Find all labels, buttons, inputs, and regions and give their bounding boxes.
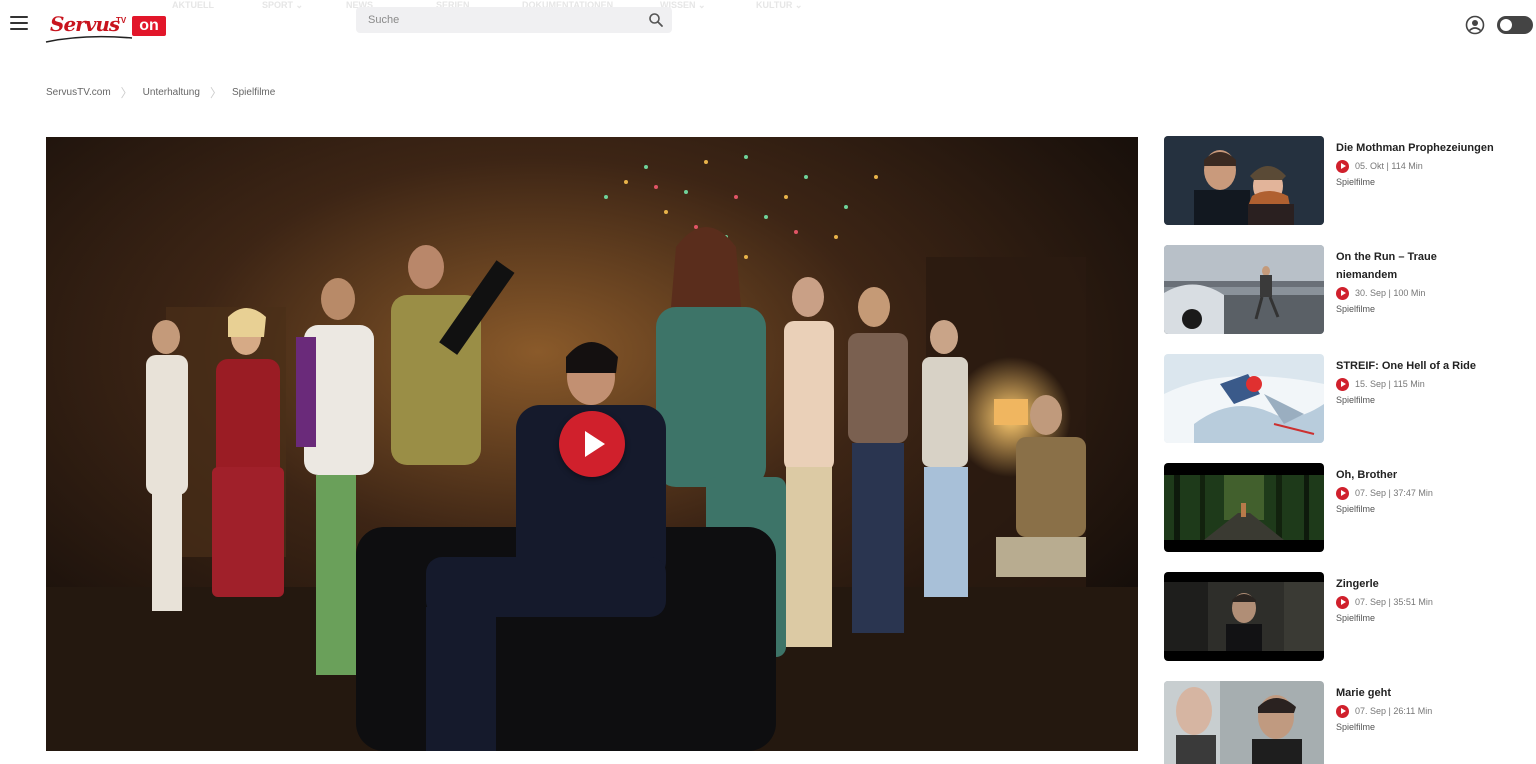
video-thumbnail[interactable] — [1164, 572, 1324, 661]
video-thumbnail[interactable] — [1164, 681, 1324, 764]
video-genre: Spielfilme — [1336, 304, 1376, 314]
servustv-on-logo[interactable]: Servus TV on — [44, 6, 168, 46]
list-item[interactable]: Die Mothman Prophezeiungen 05. Okt | 114… — [1164, 136, 1504, 226]
thumbnail-image — [1164, 354, 1324, 443]
video-genre: Spielfilme — [1336, 613, 1376, 623]
thumbnail-image — [1164, 136, 1324, 225]
thumbnail-image — [1164, 245, 1324, 334]
video-genre: Spielfilme — [1336, 177, 1376, 187]
play-button[interactable] — [559, 411, 625, 477]
video-thumbnail[interactable] — [1164, 354, 1324, 443]
play-icon — [1336, 286, 1349, 300]
video-date-duration: 07. Sep | 26:11 Min — [1355, 706, 1433, 716]
thumbnail-image — [1164, 681, 1324, 764]
video-meta: 07. Sep | 26:11 Min — [1336, 703, 1496, 719]
video-meta: 07. Sep | 35:51 Min — [1336, 594, 1496, 610]
breadcrumb: ServusTV.com 〉 Unterhaltung 〉 Spielfilme — [46, 84, 275, 101]
list-item[interactable]: Oh, Brother 07. Sep | 37:47 Min Spielfil… — [1164, 463, 1504, 553]
video-thumbnail[interactable] — [1164, 245, 1324, 334]
video-info: Marie geht 07. Sep | 26:11 Min Spielfilm… — [1336, 684, 1496, 732]
video-thumbnail[interactable] — [1164, 136, 1324, 225]
video-title[interactable]: Oh, Brother — [1336, 466, 1496, 484]
list-item[interactable]: STREIF: One Hell of a Ride 15. Sep | 115… — [1164, 354, 1504, 444]
breadcrumb-link-spielfilme[interactable]: Spielfilme — [232, 87, 275, 98]
play-icon — [1336, 595, 1349, 609]
hamburger-menu-icon[interactable] — [10, 16, 28, 30]
video-info: On the Run – Traue niemandem 30. Sep | 1… — [1336, 248, 1496, 314]
play-icon — [585, 431, 605, 457]
breadcrumb-link-home[interactable]: ServusTV.com — [46, 87, 111, 98]
nav-item-kultur[interactable]: KULTUR ⌄ — [756, 0, 802, 11]
search-input[interactable] — [368, 7, 638, 33]
video-genre: Spielfilme — [1336, 504, 1376, 514]
user-account-icon[interactable] — [1465, 15, 1485, 35]
video-info: STREIF: One Hell of a Ride 15. Sep | 115… — [1336, 357, 1496, 405]
video-title[interactable]: STREIF: One Hell of a Ride — [1336, 357, 1496, 375]
logo-swoosh — [45, 35, 133, 43]
video-info: Zingerle 07. Sep | 35:51 Min Spielfilme — [1336, 575, 1496, 623]
video-genre: Spielfilme — [1336, 395, 1376, 405]
nav-item-sport[interactable]: SPORT ⌄ — [262, 0, 303, 11]
play-icon — [1336, 377, 1349, 391]
video-date-duration: 07. Sep | 37:47 Min — [1355, 488, 1433, 498]
video-meta: 15. Sep | 115 Min — [1336, 376, 1496, 392]
site-header: Servus TV on AKTUELL SPORT ⌄ NEWS SERIEN… — [0, 0, 1536, 50]
video-date-duration: 05. Okt | 114 Min — [1355, 161, 1423, 171]
video-title[interactable]: Marie geht — [1336, 684, 1496, 702]
video-info: Oh, Brother 07. Sep | 37:47 Min Spielfil… — [1336, 466, 1496, 514]
toggle-knob — [1500, 19, 1512, 31]
dark-mode-toggle[interactable] — [1497, 16, 1533, 34]
list-item[interactable]: Zingerle 07. Sep | 35:51 Min Spielfilme — [1164, 572, 1504, 662]
video-date-duration: 15. Sep | 115 Min — [1355, 379, 1425, 389]
list-item[interactable]: Marie geht 07. Sep | 26:11 Min Spielfilm… — [1164, 681, 1504, 764]
video-meta: 30. Sep | 100 Min — [1336, 285, 1496, 301]
thumbnail-image — [1164, 463, 1324, 552]
video-date-duration: 07. Sep | 35:51 Min — [1355, 597, 1433, 607]
play-icon — [1336, 704, 1349, 718]
search-icon[interactable] — [648, 12, 664, 28]
hero-video-player[interactable] — [46, 137, 1138, 751]
nav-item-aktuell[interactable]: AKTUELL — [172, 0, 214, 10]
list-item[interactable]: On the Run – Traue niemandem 30. Sep | 1… — [1164, 245, 1504, 335]
search-bar — [356, 7, 672, 33]
video-meta: 05. Okt | 114 Min — [1336, 158, 1496, 174]
video-info: Die Mothman Prophezeiungen 05. Okt | 114… — [1336, 139, 1496, 187]
video-date-duration: 30. Sep | 100 Min — [1355, 288, 1426, 298]
play-icon — [1336, 159, 1349, 173]
play-icon — [1336, 486, 1349, 500]
breadcrumb-separator-icon: 〉 — [209, 86, 222, 100]
video-title[interactable]: Die Mothman Prophezeiungen — [1336, 139, 1496, 157]
video-title[interactable]: Zingerle — [1336, 575, 1496, 593]
video-title[interactable]: On the Run – Traue niemandem — [1336, 248, 1496, 284]
video-genre: Spielfilme — [1336, 722, 1376, 732]
breadcrumb-separator-icon: 〉 — [120, 86, 133, 100]
breadcrumb-link-unterhaltung[interactable]: Unterhaltung — [143, 87, 200, 98]
video-thumbnail[interactable] — [1164, 463, 1324, 552]
video-meta: 07. Sep | 37:47 Min — [1336, 485, 1496, 501]
thumbnail-image — [1164, 572, 1324, 661]
